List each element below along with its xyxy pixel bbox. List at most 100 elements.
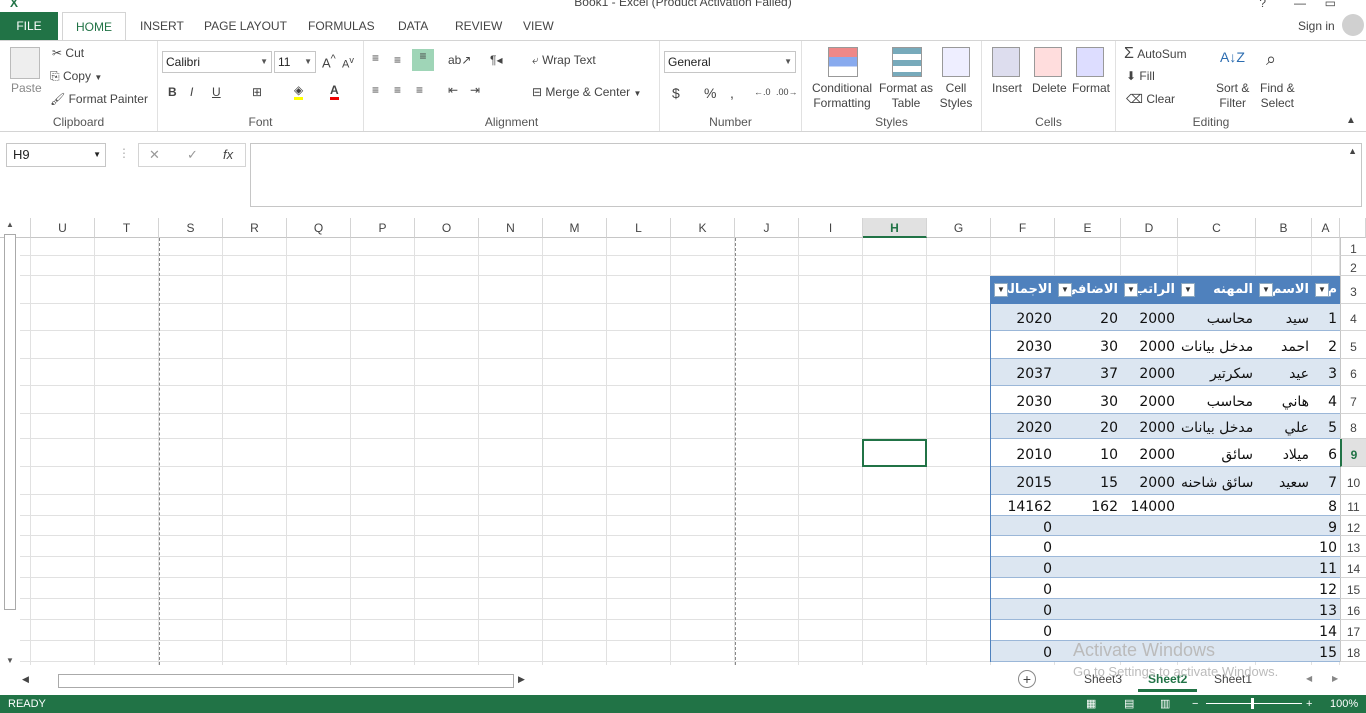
- zoom-slider[interactable]: [1206, 703, 1302, 704]
- table-cell[interactable]: مدخل بيانات: [1178, 331, 1256, 359]
- table-cell[interactable]: 11: [1312, 557, 1340, 578]
- column-header-u[interactable]: U: [31, 218, 95, 238]
- binoculars-icon[interactable]: ⌕: [1266, 49, 1276, 70]
- filter-dropdown-icon[interactable]: ▼: [994, 283, 1008, 297]
- table-cell[interactable]: [1256, 578, 1312, 599]
- table-cell[interactable]: [1256, 620, 1312, 641]
- avatar[interactable]: [1342, 14, 1364, 36]
- italic-icon[interactable]: I: [190, 85, 193, 99]
- row-header-14[interactable]: 14: [1340, 557, 1366, 578]
- cancel-icon[interactable]: ✕: [149, 144, 160, 166]
- table-cell[interactable]: سائق شاحنه: [1178, 467, 1256, 495]
- table-cell[interactable]: 30: [1055, 331, 1121, 359]
- scroll-up-icon[interactable]: ▲: [3, 220, 17, 232]
- table-cell[interactable]: [1121, 599, 1178, 620]
- table-cell[interactable]: احمد: [1256, 331, 1312, 359]
- table-cell[interactable]: 2: [1312, 331, 1340, 359]
- row-header-4[interactable]: 4: [1340, 304, 1366, 331]
- table-cell[interactable]: سائق: [1178, 439, 1256, 467]
- insert-function-icon[interactable]: fx: [223, 144, 233, 166]
- restore-icon[interactable]: ▭: [1325, 0, 1336, 10]
- sort-filter-button[interactable]: Sort & Filter: [1216, 81, 1249, 111]
- table-cell[interactable]: 3: [1312, 359, 1340, 386]
- tab-file[interactable]: FILE: [0, 12, 58, 40]
- delete-cells-icon[interactable]: [1034, 47, 1062, 77]
- decrease-decimal-icon[interactable]: .00→: [776, 87, 798, 97]
- table-cell[interactable]: [1178, 578, 1256, 599]
- table-cell[interactable]: 14: [1312, 620, 1340, 641]
- table-cell[interactable]: 2020: [991, 414, 1055, 439]
- insert-cells-button[interactable]: Insert: [992, 81, 1022, 95]
- normal-view-icon[interactable]: ▦: [1086, 695, 1096, 713]
- column-header-j[interactable]: J: [735, 218, 799, 238]
- row-header-3[interactable]: 3: [1340, 276, 1366, 304]
- zoom-slider-thumb[interactable]: [1251, 698, 1254, 709]
- table-cell[interactable]: 15: [1055, 467, 1121, 495]
- tab-view[interactable]: VIEW: [515, 12, 562, 40]
- name-box[interactable]: H9 ▼: [6, 143, 106, 167]
- column-header-s[interactable]: S: [159, 218, 223, 238]
- table-cell[interactable]: [1121, 557, 1178, 578]
- decrease-indent-icon[interactable]: ⇤: [448, 83, 458, 97]
- column-header-e[interactable]: E: [1055, 218, 1121, 238]
- table-cell[interactable]: [1178, 620, 1256, 641]
- paste-icon[interactable]: [10, 47, 40, 79]
- table-cell[interactable]: [1178, 557, 1256, 578]
- table-cell[interactable]: 6: [1312, 439, 1340, 467]
- table-cell[interactable]: سيد: [1256, 304, 1312, 331]
- wrap-text-button[interactable]: ⤶ Wrap Text: [532, 53, 596, 68]
- column-header-f[interactable]: F: [991, 218, 1055, 238]
- underline-icon[interactable]: U: [212, 85, 221, 99]
- table-cell[interactable]: ميلاد: [1256, 439, 1312, 467]
- tab-insert[interactable]: INSERT: [132, 12, 192, 40]
- collapse-ribbon-icon[interactable]: ▲: [1346, 115, 1356, 126]
- table-cell[interactable]: [1256, 599, 1312, 620]
- scroll-right-icon[interactable]: ▶: [518, 674, 525, 685]
- table-cell[interactable]: [1055, 516, 1121, 536]
- zoom-in-icon[interactable]: +: [1306, 695, 1312, 713]
- column-header-k[interactable]: K: [671, 218, 735, 238]
- enter-icon[interactable]: ✓: [187, 144, 198, 166]
- cut-button[interactable]: ✂ Cut: [52, 46, 84, 60]
- table-cell[interactable]: [1121, 578, 1178, 599]
- row-header-13[interactable]: 13: [1340, 536, 1366, 557]
- table-cell[interactable]: [1256, 557, 1312, 578]
- filter-dropdown-icon[interactable]: ▼: [1124, 283, 1138, 297]
- table-cell[interactable]: محاسب: [1178, 304, 1256, 331]
- table-cell[interactable]: 2000: [1121, 304, 1178, 331]
- horizontal-scrollbar[interactable]: ◀ ▶: [0, 672, 540, 690]
- bottom-align-icon[interactable]: ≡: [412, 49, 434, 71]
- table-cell[interactable]: محاسب: [1178, 386, 1256, 414]
- row-header-11[interactable]: 11: [1340, 495, 1366, 516]
- shrink-font-icon[interactable]: Av: [342, 55, 354, 71]
- vertical-scrollbar[interactable]: ▲ ▼: [3, 220, 17, 666]
- fill-button[interactable]: ⬇ Fill: [1126, 69, 1155, 83]
- column-header-o[interactable]: O: [415, 218, 479, 238]
- table-cell[interactable]: [1256, 495, 1312, 516]
- sign-in-link[interactable]: Sign in: [1290, 12, 1343, 40]
- table-cell[interactable]: 0: [991, 620, 1055, 641]
- table-cell[interactable]: 20: [1055, 414, 1121, 439]
- table-cell[interactable]: [1121, 536, 1178, 557]
- column-header-g[interactable]: G: [927, 218, 991, 238]
- table-cell[interactable]: [1055, 536, 1121, 557]
- sheet-nav-right-icon[interactable]: ▶: [1332, 674, 1338, 683]
- table-cell[interactable]: سكرتير: [1178, 359, 1256, 386]
- merge-center-button[interactable]: ⊟ Merge & Center ▼: [532, 85, 641, 99]
- row-header-8[interactable]: 8: [1340, 414, 1366, 439]
- table-cell[interactable]: 2000: [1121, 467, 1178, 495]
- autosum-button[interactable]: Σ AutoSum: [1124, 45, 1187, 63]
- column-header-m[interactable]: M: [543, 218, 607, 238]
- table-cell[interactable]: [1055, 620, 1121, 641]
- horizontal-scroll-thumb[interactable]: [58, 674, 514, 688]
- grow-font-icon[interactable]: A^: [322, 53, 336, 70]
- increase-indent-icon[interactable]: ⇥: [470, 83, 480, 97]
- fill-color-icon[interactable]: ◈: [294, 83, 304, 100]
- column-header-i[interactable]: I: [799, 218, 863, 238]
- font-color-icon[interactable]: A: [330, 83, 339, 100]
- format-as-table-button[interactable]: Format as Table: [878, 81, 934, 111]
- table-cell[interactable]: سعيد: [1256, 467, 1312, 495]
- zoom-out-icon[interactable]: −: [1192, 695, 1198, 713]
- table-cell[interactable]: 13: [1312, 599, 1340, 620]
- column-header-d[interactable]: D: [1121, 218, 1178, 238]
